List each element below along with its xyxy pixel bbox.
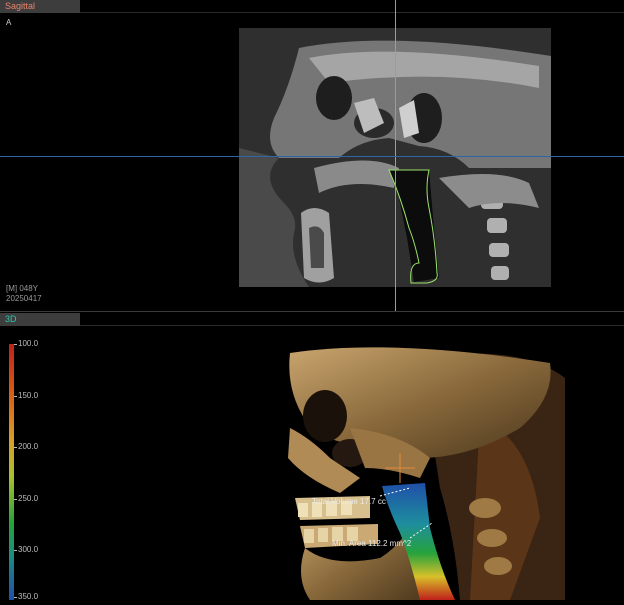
tab-divider bbox=[80, 12, 624, 13]
colorbar-tick bbox=[14, 550, 17, 551]
patient-info: [M] 048Y bbox=[6, 284, 39, 293]
3d-skull-render[interactable] bbox=[270, 338, 570, 600]
study-date: 20250417 bbox=[6, 294, 42, 303]
tab-divider bbox=[80, 325, 624, 326]
colorbar-tick bbox=[14, 597, 17, 598]
airway-area-colorbar bbox=[9, 344, 14, 600]
sagittal-tab[interactable]: Sagittal bbox=[0, 0, 80, 13]
colorbar-label: 250.0 bbox=[18, 494, 39, 503]
total-volume-annotation: Total Volume 17.7 cc bbox=[312, 497, 386, 506]
sagittal-panel[interactable]: Sagittal A [M] 048Y 20250417 bbox=[0, 0, 624, 312]
colorbar-tick bbox=[14, 447, 17, 448]
colorbar-label: 150.0 bbox=[18, 391, 39, 400]
skull-volume-image bbox=[288, 347, 565, 600]
3d-tab[interactable]: 3D bbox=[0, 313, 80, 326]
crosshair-horizontal[interactable] bbox=[0, 156, 624, 157]
colorbar-label: 100.0 bbox=[18, 339, 39, 348]
min-area-annotation: Min. Area 112.2 mm^2 bbox=[332, 539, 412, 548]
colorbar-tick bbox=[14, 344, 17, 345]
colorbar-tick bbox=[14, 396, 17, 397]
colorbar-tick bbox=[14, 499, 17, 500]
orientation-label: A bbox=[6, 18, 12, 27]
colorbar-label: 200.0 bbox=[18, 442, 39, 451]
colorbar-label: 300.0 bbox=[18, 545, 39, 554]
